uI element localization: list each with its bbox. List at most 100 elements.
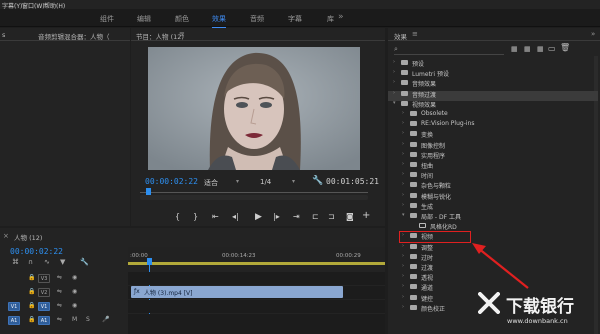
chevron-right-icon[interactable]: › <box>402 263 404 269</box>
timeline-timecode[interactable]: 00:00:02:22 <box>10 247 63 256</box>
chevron-right-icon[interactable]: › <box>402 181 404 187</box>
chevron-right-icon[interactable]: › <box>402 243 404 249</box>
menu-icon[interactable]: ≡ <box>179 30 185 38</box>
effects-tree-item[interactable]: › Lumetri 预设 <box>392 68 596 78</box>
source-patch-v1[interactable]: V1 <box>8 302 20 311</box>
track-target-v2[interactable]: V2 <box>38 288 50 297</box>
eye-icon[interactable]: ◉ <box>72 274 77 281</box>
more-icon[interactable]: » <box>338 12 344 22</box>
linked-selection-icon[interactable]: ∿ <box>44 258 50 266</box>
chevron-right-icon[interactable]: › <box>402 294 404 300</box>
timeline-title[interactable]: 人物 (12) <box>14 232 42 242</box>
32bit-effects-icon[interactable]: ▦ <box>524 45 531 53</box>
snap-icon[interactable]: ∩ <box>28 258 33 266</box>
track-target-v1[interactable]: V1 <box>38 302 50 311</box>
track-target-v3[interactable]: V3 <box>38 274 50 283</box>
go-to-in-icon[interactable]: ⇤ <box>212 212 219 221</box>
effects-tree-item[interactable]: › 杂色与颗粒 <box>392 180 596 190</box>
chevron-right-icon[interactable]: › <box>402 202 404 208</box>
chevron-right-icon[interactable]: › <box>402 161 404 167</box>
playhead-marker[interactable] <box>146 188 151 195</box>
chevron-right-icon[interactable]: › <box>402 130 404 136</box>
wrench-icon[interactable]: 🔧 <box>312 176 323 186</box>
mute-button[interactable]: M <box>72 316 77 323</box>
effects-tree-item[interactable]: ▾ 局部 - DF 工具 <box>392 211 596 221</box>
fit-dropdown[interactable]: 适合 <box>204 178 218 188</box>
delete-icon[interactable]: 🗑 <box>560 43 570 52</box>
effects-tree-item[interactable]: › RE:Vision Plug-ins <box>392 119 596 129</box>
zoom-scrollbar[interactable] <box>140 195 368 200</box>
sync-lock-icon[interactable]: ⇋ <box>57 288 62 295</box>
yuv-effects-icon[interactable]: ▦ <box>537 45 544 53</box>
extract-icon[interactable]: ⊐ <box>328 212 335 221</box>
chevron-right-icon[interactable]: › <box>402 273 404 279</box>
chevron-down-icon[interactable]: ▾ <box>236 178 239 185</box>
folder-new-icon[interactable]: ▭ <box>548 44 556 53</box>
track-lane-v1[interactable] <box>128 300 385 313</box>
eye-icon[interactable]: ◉ <box>72 288 77 295</box>
source-patch-a1[interactable]: A1 <box>8 316 20 325</box>
add-button-icon[interactable]: + <box>362 210 370 221</box>
chevron-right-icon[interactable]: › <box>402 304 404 310</box>
effects-tree-item[interactable]: ▾ 视频效果 <box>392 99 596 109</box>
track-lane-a1[interactable] <box>128 314 385 334</box>
scrub-bar[interactable] <box>140 192 368 193</box>
mark-out-icon[interactable]: } <box>193 212 198 221</box>
tab-color[interactable]: 颜色 <box>175 14 189 24</box>
chevron-right-icon[interactable]: › <box>393 90 395 96</box>
step-back-icon[interactable]: ◂| <box>232 212 239 221</box>
lock-icon[interactable]: 🔒 <box>28 274 35 281</box>
resolution-dropdown[interactable]: 1/4 <box>260 178 271 186</box>
chevron-right-icon[interactable]: › <box>402 120 404 126</box>
effects-tree-item[interactable]: › 模糊与锐化 <box>392 191 596 201</box>
effects-tree-item[interactable]: › 时间 <box>392 170 596 180</box>
video-clip[interactable]: ƒx 人物 (3).mp4 [V] <box>131 286 343 298</box>
lock-icon[interactable]: 🔒 <box>28 288 35 295</box>
close-icon[interactable]: × <box>3 232 9 240</box>
tab-assembly[interactable]: 组件 <box>100 14 114 24</box>
chevron-right-icon[interactable]: › <box>402 283 404 289</box>
chevron-down-icon[interactable]: ▾ <box>393 100 396 106</box>
tab-libraries[interactable]: 库 <box>327 14 334 24</box>
effects-tree-item[interactable]: › 预设 <box>392 58 596 68</box>
lift-icon[interactable]: ⊏ <box>312 212 319 221</box>
effects-tree-item[interactable]: 风格化RD <box>392 221 596 231</box>
nest-icon[interactable]: ⌘ <box>12 258 19 266</box>
program-timecode[interactable]: 00:00:02:22 <box>145 177 198 186</box>
go-to-out-icon[interactable]: ⇥ <box>293 212 300 221</box>
marker-icon[interactable]: ▼ <box>60 258 65 266</box>
effects-tree-item[interactable]: › Obsolete <box>392 109 596 119</box>
chevron-right-icon[interactable]: › <box>402 151 404 157</box>
effects-tree-item[interactable]: › 实用程序 <box>392 150 596 160</box>
work-area-bar[interactable] <box>128 262 385 265</box>
accelerated-effects-icon[interactable]: ▦ <box>511 45 518 53</box>
effects-tree-item[interactable]: › 扭曲 <box>392 160 596 170</box>
track-target-a1[interactable]: A1 <box>38 316 50 325</box>
chevron-right-icon[interactable]: › <box>393 79 395 85</box>
eye-icon[interactable]: ◉ <box>72 302 77 309</box>
step-forward-icon[interactable]: |▸ <box>273 212 280 221</box>
effects-tree-item[interactable]: › 图像控制 <box>392 140 596 150</box>
track-lane-v3[interactable] <box>128 272 385 285</box>
microphone-icon[interactable]: 🎤 <box>102 316 109 323</box>
lock-icon[interactable]: 🔒 <box>28 302 35 309</box>
play-icon[interactable]: ▶ <box>255 212 262 222</box>
chevron-right-icon[interactable]: › <box>402 171 404 177</box>
solo-button[interactable]: S <box>86 316 90 323</box>
menu-icon[interactable]: ≡ <box>412 30 418 38</box>
tab-effects[interactable]: 效果 <box>212 14 226 29</box>
tab-editing[interactable]: 编辑 <box>137 14 151 24</box>
chevron-right-icon[interactable]: › <box>402 110 404 116</box>
wrench-icon[interactable]: 🔧 <box>80 258 89 266</box>
effects-tree-item[interactable]: › 生成 <box>392 201 596 211</box>
chevron-right-icon[interactable]: › <box>393 69 395 75</box>
effects-tree-item[interactable]: › 变换 <box>392 129 596 139</box>
tab-audio[interactable]: 音频 <box>250 14 264 24</box>
playhead-marker[interactable] <box>147 258 152 265</box>
chevron-right-icon[interactable]: › <box>393 59 395 65</box>
sync-lock-icon[interactable]: ⇋ <box>57 274 62 281</box>
chevron-down-icon[interactable]: ▾ <box>402 212 405 218</box>
tab-captions[interactable]: 字幕 <box>288 14 302 24</box>
effects-search-input[interactable]: ⌕ <box>394 45 504 55</box>
lock-icon[interactable]: 🔒 <box>28 316 35 323</box>
